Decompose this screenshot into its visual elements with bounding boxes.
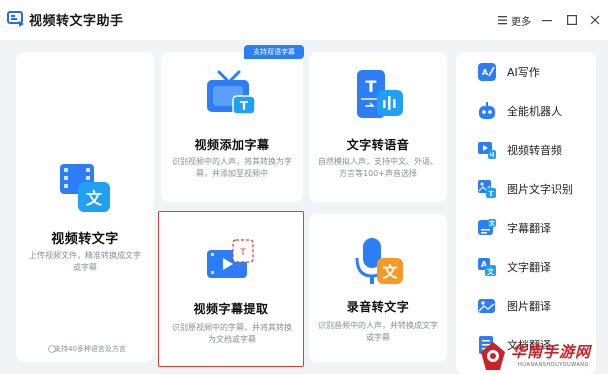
card-text-to-speech[interactable]: T 文字转语音 自然模拟人声，支持中文、外语、方言等100+声音选择: [309, 52, 447, 202]
sidebar-item-image-translate[interactable]: 图片翻译: [456, 293, 596, 319]
sidebar-item-label: 图片翻译: [507, 300, 551, 313]
svg-text:T: T: [366, 77, 377, 96]
card-text-to-speech-title: 文字转语音: [346, 138, 410, 152]
sidebar: A AI写作 全能机器人 视频转音频 T 图片文字识别 文 字幕翻译 A文 文字…: [456, 52, 596, 374]
svg-text:T: T: [239, 248, 246, 258]
svg-text:A: A: [482, 68, 489, 77]
svg-text:文: 文: [487, 267, 495, 276]
maximize-button[interactable]: [565, 12, 579, 28]
sidebar-item-ai-writing[interactable]: A AI写作: [456, 59, 596, 85]
image-translate-icon: [476, 295, 498, 317]
robot-icon: [476, 100, 498, 122]
card-audio-to-text-title: 录音转文字: [346, 300, 410, 314]
sidebar-item-video-to-audio[interactable]: 视频转音频: [456, 137, 596, 163]
sidebar-item-label: 图片文字识别: [507, 183, 573, 196]
sidebar-item-robot[interactable]: 全能机器人: [456, 98, 596, 124]
close-button[interactable]: [588, 12, 602, 28]
extract-subtitles-icon: T: [207, 239, 254, 278]
card-extract-subtitles-desc: 识别原视频中的字幕，并将其转换为文档或字幕: [172, 323, 292, 344]
sidebar-item-label: AI写作: [507, 66, 540, 79]
close-icon: [590, 15, 600, 25]
svg-text:T: T: [489, 190, 494, 198]
card-add-subtitles-desc: 识别视频中的人声，将其转换为字幕，并添加至视频中: [172, 157, 292, 178]
sidebar-item-label: 字幕翻译: [507, 222, 551, 235]
card-audio-to-text[interactable]: 文 录音转文字 识别音频中的人声，并转换成文字或字幕: [309, 214, 447, 362]
card-audio-to-text-desc: 识别音频中的人声，并转换成文字或字幕: [318, 321, 438, 342]
watermark-subtext: HUANANSHOUYOUWANG: [518, 362, 589, 368]
sidebar-item-subtitle-translate[interactable]: 文 字幕翻译: [456, 215, 596, 241]
more-button[interactable]: 更多: [498, 12, 531, 28]
svg-text:文: 文: [488, 220, 496, 228]
card-extract-subtitles[interactable]: T 视频字幕提取 识别原视频中的字幕，并将其转换为文档或字幕: [158, 211, 304, 367]
card-extract-subtitles-title: 视频字幕提取: [193, 302, 269, 316]
menu-icon: [498, 16, 507, 25]
svg-text:文: 文: [382, 263, 398, 281]
language-icon: [48, 345, 56, 353]
svg-text:文: 文: [86, 189, 103, 208]
card-add-subtitles-title: 视频添加字幕: [194, 138, 270, 152]
video-to-text-icon: 文: [60, 164, 110, 212]
watermark-logo: [481, 342, 505, 370]
ai-writing-icon: A: [476, 61, 498, 83]
text-to-speech-icon: T: [357, 70, 403, 118]
sidebar-item-label: 全能机器人: [507, 105, 562, 118]
sidebar-item-image-ocr[interactable]: T 图片文字识别: [456, 176, 596, 202]
video-to-audio-icon: [476, 139, 498, 161]
card-video-to-text-footer: 支持40多种语言及方言: [54, 345, 126, 353]
watermark: 华南手游网 HUANANSHOUYOUWANG: [474, 338, 608, 374]
image-ocr-icon: T: [476, 178, 498, 200]
card-text-to-speech-desc: 自然模拟人声，支持中文、外语、方言等100+声音选择: [318, 157, 438, 178]
sidebar-item-text-translate[interactable]: A文 文字翻译: [456, 254, 596, 280]
card-add-subtitles[interactable]: T 视频添加字幕 识别视频中的人声，将其转换为字幕，并添加至视频中: [161, 52, 303, 202]
card-video-to-text[interactable]: 文 视频转文字 上传视频文件，精准转换成文字或字幕 支持40多种语言及方言: [16, 52, 154, 362]
add-subtitles-icon: T: [207, 70, 256, 115]
title-bar: 视频转文字助手 更多: [0, 0, 608, 40]
svg-text:T: T: [240, 99, 249, 113]
app-title: 视频转文字助手: [29, 14, 124, 29]
minimize-button[interactable]: [540, 12, 554, 28]
text-translate-icon: A文: [476, 256, 498, 278]
watermark-text: 华南手游网: [511, 343, 592, 361]
card-video-to-text-title: 视频转文字: [51, 232, 119, 247]
app-logo-icon: [7, 11, 24, 27]
more-label: 更多: [511, 16, 531, 28]
maximize-icon: [567, 15, 577, 25]
card-video-to-text-desc: 上传视频文件，精准转换成文字或字幕: [29, 251, 141, 272]
minimize-icon: [542, 20, 552, 22]
subtitle-translate-icon: 文: [476, 217, 498, 239]
bilingual-subtitle-badge: 支持双语字幕: [244, 45, 304, 59]
sidebar-item-label: 视频转音频: [507, 144, 562, 157]
sidebar-item-label: 文字翻译: [507, 261, 551, 274]
audio-to-text-icon: 文: [355, 238, 403, 284]
